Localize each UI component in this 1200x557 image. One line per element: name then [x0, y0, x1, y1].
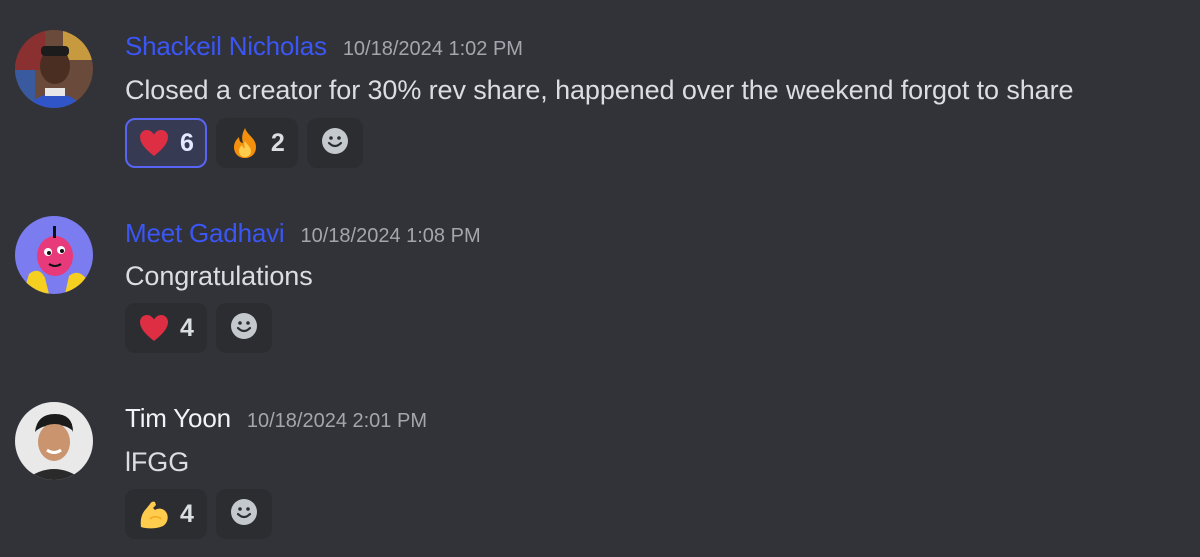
reaction-count: 6	[180, 128, 194, 157]
username[interactable]: Tim Yoon	[125, 403, 231, 434]
heart-icon	[138, 127, 170, 159]
message-header: Meet Gadhavi 10/18/2024 1:08 PM	[125, 218, 481, 249]
reaction-count: 2	[270, 128, 285, 157]
reaction-heart[interactable]: 4	[125, 303, 207, 353]
avatar[interactable]	[15, 402, 93, 480]
reaction-count: 4	[180, 499, 194, 528]
flexed-biceps-icon	[138, 498, 170, 530]
add-reaction-button[interactable]	[215, 489, 272, 539]
reaction-count: 4	[180, 313, 194, 342]
reaction-heart[interactable]: 6	[125, 118, 207, 168]
message-header: Tim Yoon 10/18/2024 2:01 PM	[125, 403, 427, 434]
reactions: 4	[125, 489, 272, 539]
avatar[interactable]	[15, 216, 93, 294]
smiley-icon	[230, 312, 258, 345]
message-content: lFGG	[125, 447, 190, 477]
timestamp: 10/18/2024 1:08 PM	[300, 225, 481, 247]
chat-messages: Shackeil Nicholas 10/18/2024 1:02 PM Clo…	[0, 0, 1200, 557]
message-header: Shackeil Nicholas 10/18/2024 1:02 PM	[125, 31, 523, 62]
reaction-fire[interactable]: 2	[215, 118, 298, 168]
add-reaction-button[interactable]	[306, 118, 363, 168]
username[interactable]: Shackeil Nicholas	[125, 31, 327, 62]
add-reaction-button[interactable]	[215, 303, 272, 353]
fire-icon	[229, 127, 261, 159]
heart-icon	[138, 312, 170, 344]
message-content: Congratulations	[125, 261, 313, 291]
timestamp: 10/18/2024 2:01 PM	[246, 410, 427, 432]
smiley-icon	[321, 127, 349, 160]
reactions: 6 2	[125, 118, 363, 168]
message-content: Closed a creator for 30% rev share, happ…	[125, 75, 1074, 105]
reaction-flexed-biceps[interactable]: 4	[125, 489, 207, 539]
avatar[interactable]	[15, 30, 93, 108]
username[interactable]: Meet Gadhavi	[125, 218, 285, 249]
smiley-icon	[230, 498, 258, 531]
reactions: 4	[125, 303, 272, 353]
timestamp: 10/18/2024 1:02 PM	[342, 38, 523, 60]
